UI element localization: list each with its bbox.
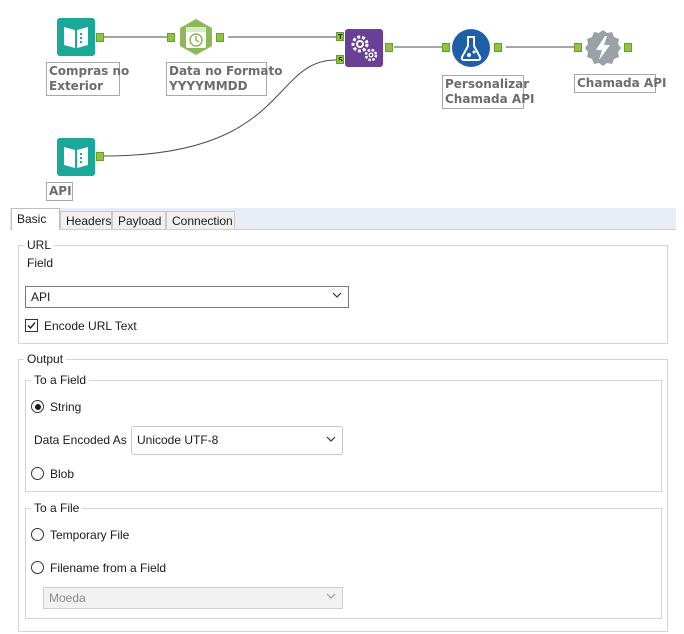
filename-field-radio[interactable] — [31, 561, 44, 574]
anchor-letter-t: T — [338, 33, 343, 41]
book-input-icon — [57, 138, 95, 176]
download-tool[interactable] — [584, 29, 622, 67]
input-anchor[interactable] — [442, 43, 450, 52]
datetime-tool[interactable] — [177, 18, 215, 56]
encoding-select[interactable]: Unicode UTF-8 — [131, 426, 343, 455]
input-tool-compras[interactable] — [57, 18, 95, 56]
tab-basic[interactable]: Basic — [11, 208, 60, 230]
encoding-value: Unicode UTF-8 — [137, 433, 219, 447]
configuration-panel: Basic Headers Payload Connection URL Fie… — [10, 208, 676, 634]
anchor-letter-s: S — [338, 56, 343, 61]
temporary-file-label: Temporary File — [50, 528, 130, 542]
string-radio[interactable] — [31, 400, 44, 413]
flask-icon — [452, 29, 490, 67]
tab-connection[interactable]: Connection — [166, 211, 235, 229]
url-field-select[interactable]: API — [25, 286, 349, 308]
checkmark-icon — [27, 322, 36, 329]
tab-headers[interactable]: Headers — [60, 211, 112, 229]
output-anchor[interactable] — [494, 43, 502, 52]
to-file-legend: To a File — [34, 501, 80, 515]
blob-label: Blob — [50, 467, 75, 481]
tab-payload[interactable]: Payload — [112, 211, 166, 229]
input-tool-api[interactable] — [57, 138, 95, 176]
field-label: Field — [27, 256, 54, 270]
string-label: String — [50, 400, 82, 414]
encode-url-label: Encode URL Text — [44, 319, 137, 333]
output-anchor[interactable] — [96, 152, 104, 161]
temporary-file-radio[interactable] — [31, 528, 44, 541]
output-anchor[interactable] — [216, 33, 224, 42]
tool-label-api: API — [46, 182, 73, 201]
encode-url-checkbox[interactable] — [25, 319, 38, 332]
url-field-value: API — [31, 290, 51, 304]
output-anchor[interactable] — [385, 43, 393, 52]
tab-bar: Basic Headers Payload Connection — [10, 208, 676, 230]
clock-icon — [180, 19, 212, 55]
tool-label-download: Chamada API — [574, 74, 666, 93]
tool-label-formula: Personalizar Chamada API — [442, 75, 534, 109]
output-anchor[interactable] — [96, 33, 104, 42]
formula-tool[interactable] — [452, 29, 490, 67]
input-anchor[interactable] — [167, 33, 175, 42]
input-anchor[interactable] — [574, 43, 582, 52]
filename-field-value: Moeda — [49, 591, 86, 605]
output-legend: Output — [27, 352, 64, 366]
book-input-icon — [57, 18, 95, 56]
append-fields-tool[interactable] — [345, 29, 383, 67]
chevron-down-icon — [326, 593, 336, 599]
lightning-icon — [585, 30, 621, 66]
tool-label-datetime: Data no Formato YYYYMMDD — [166, 62, 283, 96]
workflow-canvas[interactable]: Compras no Exterior Data no Formato YYYY… — [0, 0, 684, 208]
chevron-down-icon — [326, 436, 336, 442]
blob-radio[interactable] — [31, 467, 44, 480]
output-anchor[interactable] — [624, 43, 632, 52]
url-legend: URL — [27, 238, 52, 252]
filename-field-select[interactable]: Moeda — [43, 587, 343, 609]
to-field-legend: To a Field — [34, 373, 87, 387]
chevron-down-icon — [332, 292, 342, 298]
gears-icon — [345, 29, 383, 67]
tool-label-compras: Compras no Exterior — [46, 62, 129, 96]
filename-field-label: Filename from a Field — [50, 561, 167, 575]
data-encoded-label: Data Encoded As — [34, 433, 127, 447]
